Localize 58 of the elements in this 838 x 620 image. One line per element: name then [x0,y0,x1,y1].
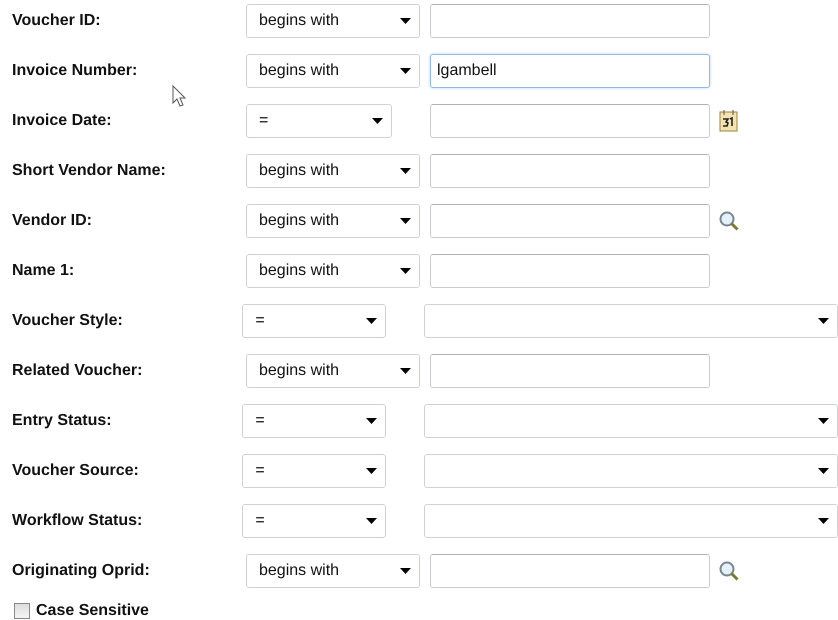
field-label: Related Voucher: [12,362,144,380]
mouse-pointer-icon [172,85,186,107]
operator-dropdown[interactable]: = [242,504,386,538]
caret-icon [372,118,383,124]
caret-icon [818,418,829,424]
field-label: Vendor ID: [12,212,94,230]
field-label: Voucher ID: [12,12,102,30]
operator-dropdown[interactable]: begins with [246,54,420,88]
caret-icon [818,518,829,524]
search-icon[interactable] [718,210,740,232]
operator-dropdown[interactable]: = [242,454,386,488]
caret-icon [400,168,411,174]
operator-dropdown[interactable]: begins with [246,254,420,288]
caret-icon [400,68,411,74]
dropdown[interactable] [424,304,838,338]
caret-icon [366,468,378,474]
field-label: Name 1: [12,262,76,280]
text-field[interactable] [430,354,710,388]
caret-icon [400,568,411,574]
dropdown[interactable] [424,504,838,538]
caret-icon [366,518,378,524]
operator-dropdown[interactable]: begins with [246,204,420,238]
text-field[interactable] [430,204,710,238]
operator-dropdown[interactable]: begins with [246,4,420,38]
checkbox-label: Case Sensitive [36,602,149,620]
caret-icon [818,468,829,474]
operator-dropdown[interactable]: begins with [246,554,420,588]
text-field[interactable] [430,4,710,38]
operator-dropdown[interactable]: begins with [246,154,420,188]
field-label: Entry Status: [12,412,113,430]
caret-icon [400,18,411,24]
field-label: Voucher Style: [12,312,124,330]
operator-dropdown[interactable]: = [242,404,386,438]
caret-icon [400,368,411,374]
caret-icon [400,268,411,274]
field-label: Originating Oprid: [12,562,151,580]
text-field[interactable] [430,554,710,588]
text-field[interactable] [430,104,710,138]
caret-icon [366,418,378,424]
field-label: Invoice Number: [12,62,138,80]
search-icon[interactable] [718,560,740,582]
field-label: Workflow Status: [12,512,144,530]
dropdown[interactable] [424,404,838,438]
operator-dropdown[interactable]: = [242,304,386,338]
field-label: Short Vendor Name: [12,162,167,180]
text-field[interactable] [430,254,710,288]
operator-dropdown[interactable]: = [246,104,392,138]
field-label: Voucher Source: [12,462,140,480]
field-label: Invoice Date: [12,112,113,130]
calendar-icon[interactable] [718,109,740,133]
caret-icon [400,218,411,224]
caret-icon [366,318,378,324]
dropdown[interactable] [424,454,838,488]
caret-icon [818,318,829,324]
text-field[interactable] [430,154,710,188]
checkbox[interactable] [14,603,30,619]
text-field[interactable]: lgambell [430,54,710,88]
operator-dropdown[interactable]: begins with [246,354,420,388]
